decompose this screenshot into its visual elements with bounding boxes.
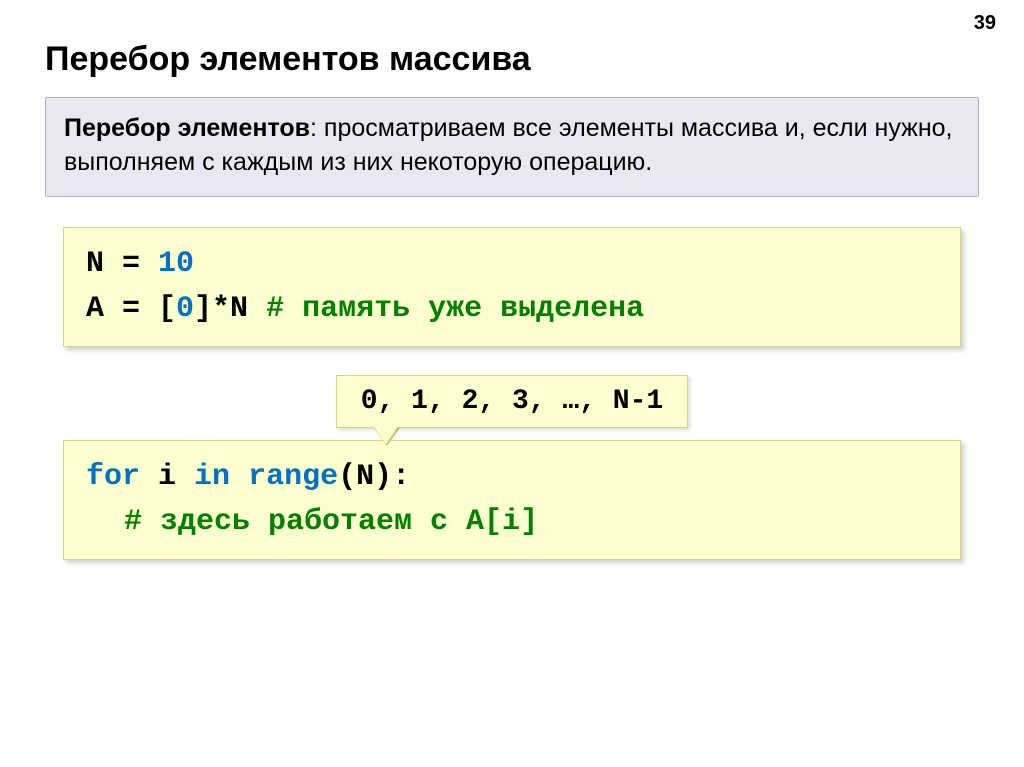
code-comment: # здесь работаем с A[i] [124,505,538,539]
slide-title: Перебор элементов массива [45,40,979,79]
code-text: i [140,460,194,494]
code-keyword: for [86,460,140,494]
code-text: = [104,247,158,281]
definition-box: Перебор элементов: просматриваем все эле… [45,97,979,197]
code-comment: # память уже выделена [266,292,644,326]
code-literal: 10 [158,247,194,281]
callout-wrapper: 0, 1, 2, 3, …, N-1 [45,375,979,428]
definition-term: Перебор элементов [64,114,310,142]
code-keyword: range [248,460,338,494]
code-line-1: N = 10 [86,242,938,287]
code-block-2: for i in range(N): # здесь работаем с A[… [63,440,961,560]
code-block-1: N = 10 A = [0]*N # память уже выделена [63,227,961,347]
code-text: N [86,247,104,281]
code-line-3: for i in range(N): [86,455,938,500]
code-text: ]*N [194,292,266,326]
code-text [230,460,248,494]
callout-tail [372,424,400,444]
code-line-4: # здесь работаем с A[i] [86,500,938,545]
code-keyword: in [194,460,230,494]
page-number: 39 [974,12,996,35]
code-text: A [86,292,104,326]
code-line-2: A = [0]*N # память уже выделена [86,287,938,332]
code-text: = [ [104,292,176,326]
code-text: (N): [338,460,410,494]
code-literal: 0 [176,292,194,326]
callout-box: 0, 1, 2, 3, …, N-1 [336,375,688,428]
